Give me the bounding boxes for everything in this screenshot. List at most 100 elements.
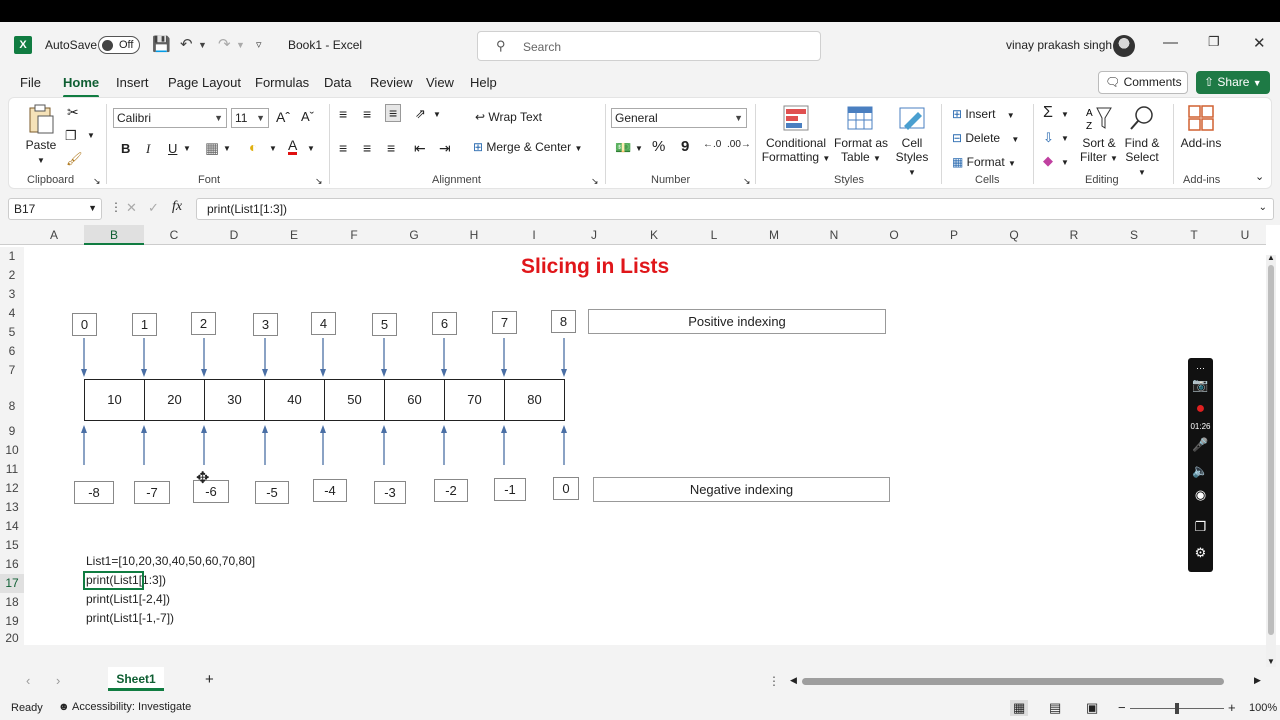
save-icon[interactable]: 💾 <box>152 35 171 53</box>
decrease-indent-icon[interactable]: ⇤ <box>414 140 426 157</box>
bold-button[interactable]: B <box>121 141 130 156</box>
format-cells-button[interactable]: ▦ Format ▼ <box>952 155 1016 169</box>
page-break-view-icon[interactable]: ▣ <box>1086 700 1098 716</box>
tab-data[interactable]: Data <box>324 75 351 90</box>
horizontal-scroll-thumb[interactable] <box>802 678 1224 685</box>
find-select-button[interactable]: Find & Select ▼ <box>1121 104 1163 180</box>
copy-icon[interactable]: ❐ <box>65 128 77 144</box>
confirm-entry-icon[interactable]: ✓ <box>148 200 159 216</box>
insert-cells-button[interactable]: ⊞ Insert ▼ <box>952 107 1015 121</box>
cut-icon[interactable]: ✂ <box>67 104 79 121</box>
number-launcher-icon[interactable]: ↘ <box>743 176 751 187</box>
fill-dropdown-icon[interactable]: ▼ <box>1061 134 1069 143</box>
merge-center-button[interactable]: ⊞ Merge & Center ▼ <box>473 140 582 154</box>
comma-style-button[interactable]: 9 <box>681 138 689 155</box>
fill-icon[interactable]: ⇩ <box>1043 130 1054 146</box>
code-line-print-2[interactable]: print(List1[-2,4]) <box>86 592 170 606</box>
cell-styles-button[interactable]: Cell Styles ▼ <box>891 104 933 180</box>
accessibility-button[interactable]: ☻ Accessibility: Investigate <box>58 701 191 713</box>
tab-view[interactable]: View <box>426 75 454 90</box>
font-launcher-icon[interactable]: ↘ <box>315 176 323 187</box>
scroll-right-icon[interactable]: ▶ <box>1254 675 1261 686</box>
copy-dropdown-icon[interactable]: ▼ <box>87 131 95 140</box>
minimize-icon[interactable]: — <box>1163 34 1178 51</box>
accounting-icon[interactable]: 💵 <box>615 140 631 156</box>
borders-icon[interactable]: ▦ <box>205 139 219 157</box>
code-line-list-def[interactable]: List1=[10,20,30,40,50,60,70,80] <box>86 554 255 568</box>
customize-toolbar-icon[interactable]: ▿ <box>256 38 262 51</box>
insert-function-button[interactable]: fx <box>172 199 182 215</box>
align-right-icon[interactable]: ≡ <box>387 140 395 156</box>
active-cell-b17[interactable] <box>83 571 144 590</box>
fill-color-icon[interactable]: ◐ <box>249 139 257 155</box>
underline-dropdown-icon[interactable]: ▼ <box>183 144 191 153</box>
paste-button[interactable]: Paste ▼ <box>21 104 61 168</box>
fill-color-dropdown-icon[interactable]: ▼ <box>269 144 277 153</box>
zoom-level[interactable]: 100% <box>1249 702 1277 714</box>
microphone-icon[interactable]: 🎤 <box>1192 436 1209 453</box>
tab-insert[interactable]: Insert <box>116 75 149 90</box>
tab-help[interactable]: Help <box>470 75 497 90</box>
tab-split-handle-icon[interactable]: ⋮ <box>768 674 780 688</box>
increase-font-icon[interactable]: Aˆ <box>276 109 290 125</box>
formula-input[interactable]: print(List1[1:3]) ⌄ <box>196 198 1274 220</box>
scroll-up-icon[interactable]: ▲ <box>1267 253 1275 262</box>
wrap-text-button[interactable]: ↩ Wrap Text <box>475 110 542 124</box>
vertical-scrollbar[interactable]: ▲ ▼ <box>1266 253 1276 667</box>
more-options-icon[interactable]: ⋮ <box>110 200 122 214</box>
sort-filter-button[interactable]: AZ Sort & Filter ▼ <box>1079 104 1119 166</box>
camera-icon[interactable]: 📷 <box>1192 376 1209 393</box>
font-name-dropdown[interactable]: Calibri ▼ <box>113 108 227 128</box>
zoom-out-icon[interactable]: − <box>1118 700 1126 715</box>
increase-decimal-icon[interactable]: ←.0 <box>703 139 721 150</box>
undo-icon[interactable]: ↶ <box>180 35 193 53</box>
add-sheet-icon[interactable]: + <box>205 671 214 688</box>
align-bottom-icon[interactable]: ≡ <box>385 104 402 122</box>
font-color-dropdown-icon[interactable]: ▼ <box>307 144 315 153</box>
webcam-icon[interactable]: ◉ <box>1192 486 1209 503</box>
horizontal-scrollbar[interactable]: ◀ ▶ <box>790 675 1262 687</box>
name-box[interactable]: B17 ▼ <box>8 198 102 220</box>
autosave-toggle[interactable]: Off <box>98 36 140 54</box>
format-as-table-button[interactable]: Format as Table ▼ <box>833 104 889 166</box>
borders-dropdown-icon[interactable]: ▼ <box>223 144 231 153</box>
clipboard-launcher-icon[interactable]: ↘ <box>93 176 101 187</box>
collapse-ribbon-icon[interactable]: ⌄ <box>1255 170 1264 183</box>
autosum-icon[interactable]: Σ <box>1043 104 1053 122</box>
alignment-launcher-icon[interactable]: ↘ <box>591 176 599 187</box>
add-ins-button[interactable]: Add-ins <box>1179 104 1223 150</box>
conditional-formatting-button[interactable]: Conditional Formatting ▼ <box>761 104 831 166</box>
zoom-in-icon[interactable]: + <box>1228 700 1236 715</box>
autosum-dropdown-icon[interactable]: ▼ <box>1061 110 1069 119</box>
scroll-down-icon[interactable]: ▼ <box>1267 657 1275 666</box>
clear-icon[interactable]: ◆ <box>1043 153 1053 169</box>
previous-sheet-icon[interactable]: ‹ <box>26 673 30 688</box>
comments-button[interactable]: 🗨 Comments <box>1098 71 1188 94</box>
record-icon[interactable]: ● <box>1192 400 1209 417</box>
undo-dropdown-icon[interactable]: ▼ <box>198 40 207 50</box>
close-icon[interactable]: ✕ <box>1253 34 1266 52</box>
redo-dropdown-icon[interactable]: ▼ <box>236 40 245 50</box>
tab-home[interactable]: Home <box>63 75 100 98</box>
align-left-icon[interactable]: ≡ <box>339 140 347 156</box>
speaker-icon[interactable]: 🔈 <box>1192 462 1209 479</box>
redo-icon[interactable]: ↷ <box>218 35 231 53</box>
restore-icon[interactable]: ❐ <box>1208 34 1220 50</box>
format-painter-icon[interactable]: 🖌 <box>66 151 83 167</box>
tab-formulas[interactable]: Formulas <box>255 75 309 90</box>
page-layout-view-icon[interactable]: ▤ <box>1049 700 1061 716</box>
align-center-icon[interactable]: ≡ <box>363 140 371 156</box>
recorder-menu-icon[interactable]: ⋯ <box>1192 360 1209 377</box>
settings-gear-icon[interactable]: ⚙ <box>1192 544 1209 561</box>
share-button[interactable]: ⇧ Share ▼ <box>1196 71 1270 94</box>
tab-page-layout[interactable]: Page Layout <box>168 75 241 90</box>
normal-view-icon[interactable]: ▦ <box>1010 700 1029 716</box>
tab-review[interactable]: Review <box>370 75 413 90</box>
orientation-dropdown-icon[interactable]: ▼ <box>433 110 441 119</box>
number-format-dropdown[interactable]: General ▼ <box>611 108 747 128</box>
italic-button[interactable]: I <box>146 141 150 157</box>
font-color-icon[interactable]: A <box>288 138 298 155</box>
zoom-slider-thumb[interactable] <box>1175 703 1179 714</box>
cancel-entry-icon[interactable]: ✕ <box>126 200 137 216</box>
search-box[interactable]: ⚲ Search <box>477 31 821 61</box>
